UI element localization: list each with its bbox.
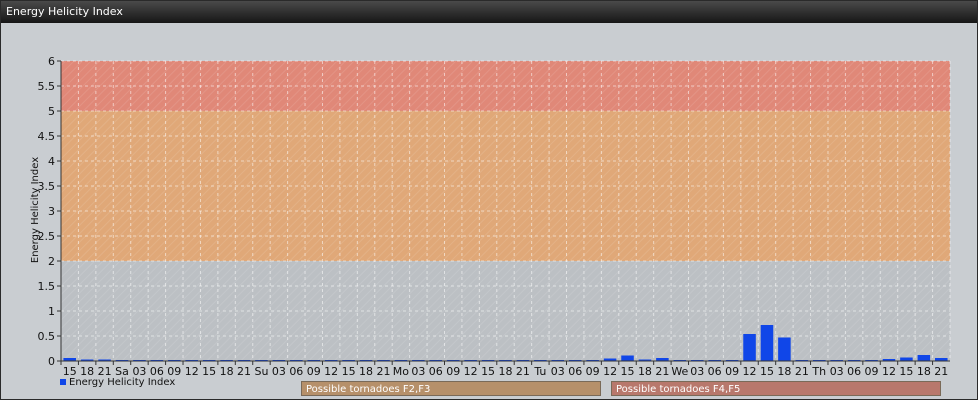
x-tick-label: 15 [760, 365, 774, 378]
window-title: Energy Helicity Index [1, 1, 977, 23]
x-tick-label: 09 [586, 365, 600, 378]
x-tick-label: 03 [411, 365, 425, 378]
x-tick-label: 21 [516, 365, 530, 378]
y-tick-label: 6 [48, 55, 55, 68]
chart-window: Energy Helicity Index 0 0.5 1 1.5 2 2.5 3 3.5 4 4… [0, 0, 978, 400]
legend-label: Energy Helicity Index [69, 377, 176, 388]
x-tick-label: 12 [603, 365, 617, 378]
ehi-chart: 00.511.522.533.544.555.5615 18 21 Sa 03 06 09 1… [30, 55, 951, 378]
x-tick-label: 06 [847, 365, 861, 378]
x-tick-label: 03 [830, 365, 844, 378]
y-axis-label: Energy Helicity Index [30, 157, 41, 263]
zone-f2-f3: Possible tornadoes F2,F3 [301, 381, 601, 396]
y-tick-label: 4.5 [38, 130, 56, 143]
x-tick-label: 21 [376, 365, 390, 378]
x-tick-label: 15 [342, 365, 356, 378]
legend-swatch [60, 379, 66, 385]
x-tick-label: 12 [743, 365, 757, 378]
x-tick-label: 21 [237, 365, 251, 378]
bar-40 [760, 325, 774, 361]
zone-f4-f5: Possible tornadoes F4,F5 [611, 381, 941, 396]
y-tick-label: 5.5 [38, 80, 56, 93]
x-tick-label: We [671, 365, 688, 378]
x-tick-label: 03 [551, 365, 565, 378]
x-tick-label: 06 [568, 365, 582, 378]
x-tick-label: 21 [655, 365, 669, 378]
x-tick-label: 18 [638, 365, 652, 378]
x-tick-label: 06 [429, 365, 443, 378]
x-tick-label: 18 [777, 365, 791, 378]
x-tick-label: 12 [464, 365, 478, 378]
x-tick-label: 15 [481, 365, 495, 378]
y-tick-label: 0.5 [38, 330, 56, 343]
x-tick-label: 12 [185, 365, 199, 378]
x-tick-label: 09 [865, 365, 879, 378]
x-tick-label: 15 [621, 365, 635, 378]
x-tick-label: 15 [202, 365, 216, 378]
x-tick-label: 06 [708, 365, 722, 378]
y-tick-label: 3 [48, 205, 55, 218]
x-tick-label: Th [811, 365, 826, 378]
y-tick-label: 5 [48, 105, 55, 118]
y-tick-label: 1 [48, 305, 55, 318]
bar-48 [900, 357, 913, 361]
x-tick-label: 12 [324, 365, 338, 378]
x-tick-label: 18 [359, 365, 373, 378]
x-tick-label: 21 [934, 365, 948, 378]
y-tick-label: 2 [48, 255, 55, 268]
bar-32 [621, 355, 634, 361]
x-tick-label: 12 [882, 365, 896, 378]
x-tick-label: 15 [899, 365, 913, 378]
y-tick-label: 4 [48, 155, 55, 168]
legend: Energy Helicity Index [60, 376, 175, 390]
x-tick-label: Mo [393, 365, 409, 378]
x-tick-label: 03 [690, 365, 704, 378]
x-tick-label: 06 [289, 365, 303, 378]
bar-39 [743, 334, 756, 361]
x-tick-label: 18 [220, 365, 234, 378]
plot-area: 0 0.5 1 1.5 2 2.5 3 3.5 4 4.5 5 5.5 6 15 18 21 Sa 03 06 09 1… [1, 23, 977, 399]
y-tick-label: 0 [48, 355, 55, 368]
bar-49 [917, 355, 931, 361]
x-tick-label: 21 [795, 365, 809, 378]
x-tick-label: 18 [917, 365, 931, 378]
x-tick-label: 09 [307, 365, 321, 378]
x-tick-label: 09 [725, 365, 739, 378]
x-tick-label: Su [254, 365, 268, 378]
x-tick-label: 09 [446, 365, 460, 378]
x-tick-label: 18 [499, 365, 513, 378]
x-tick-label: 03 [272, 365, 286, 378]
y-tick-label: 1.5 [38, 280, 56, 293]
bar-41 [778, 337, 791, 361]
x-tick-label: Tu [533, 365, 546, 378]
